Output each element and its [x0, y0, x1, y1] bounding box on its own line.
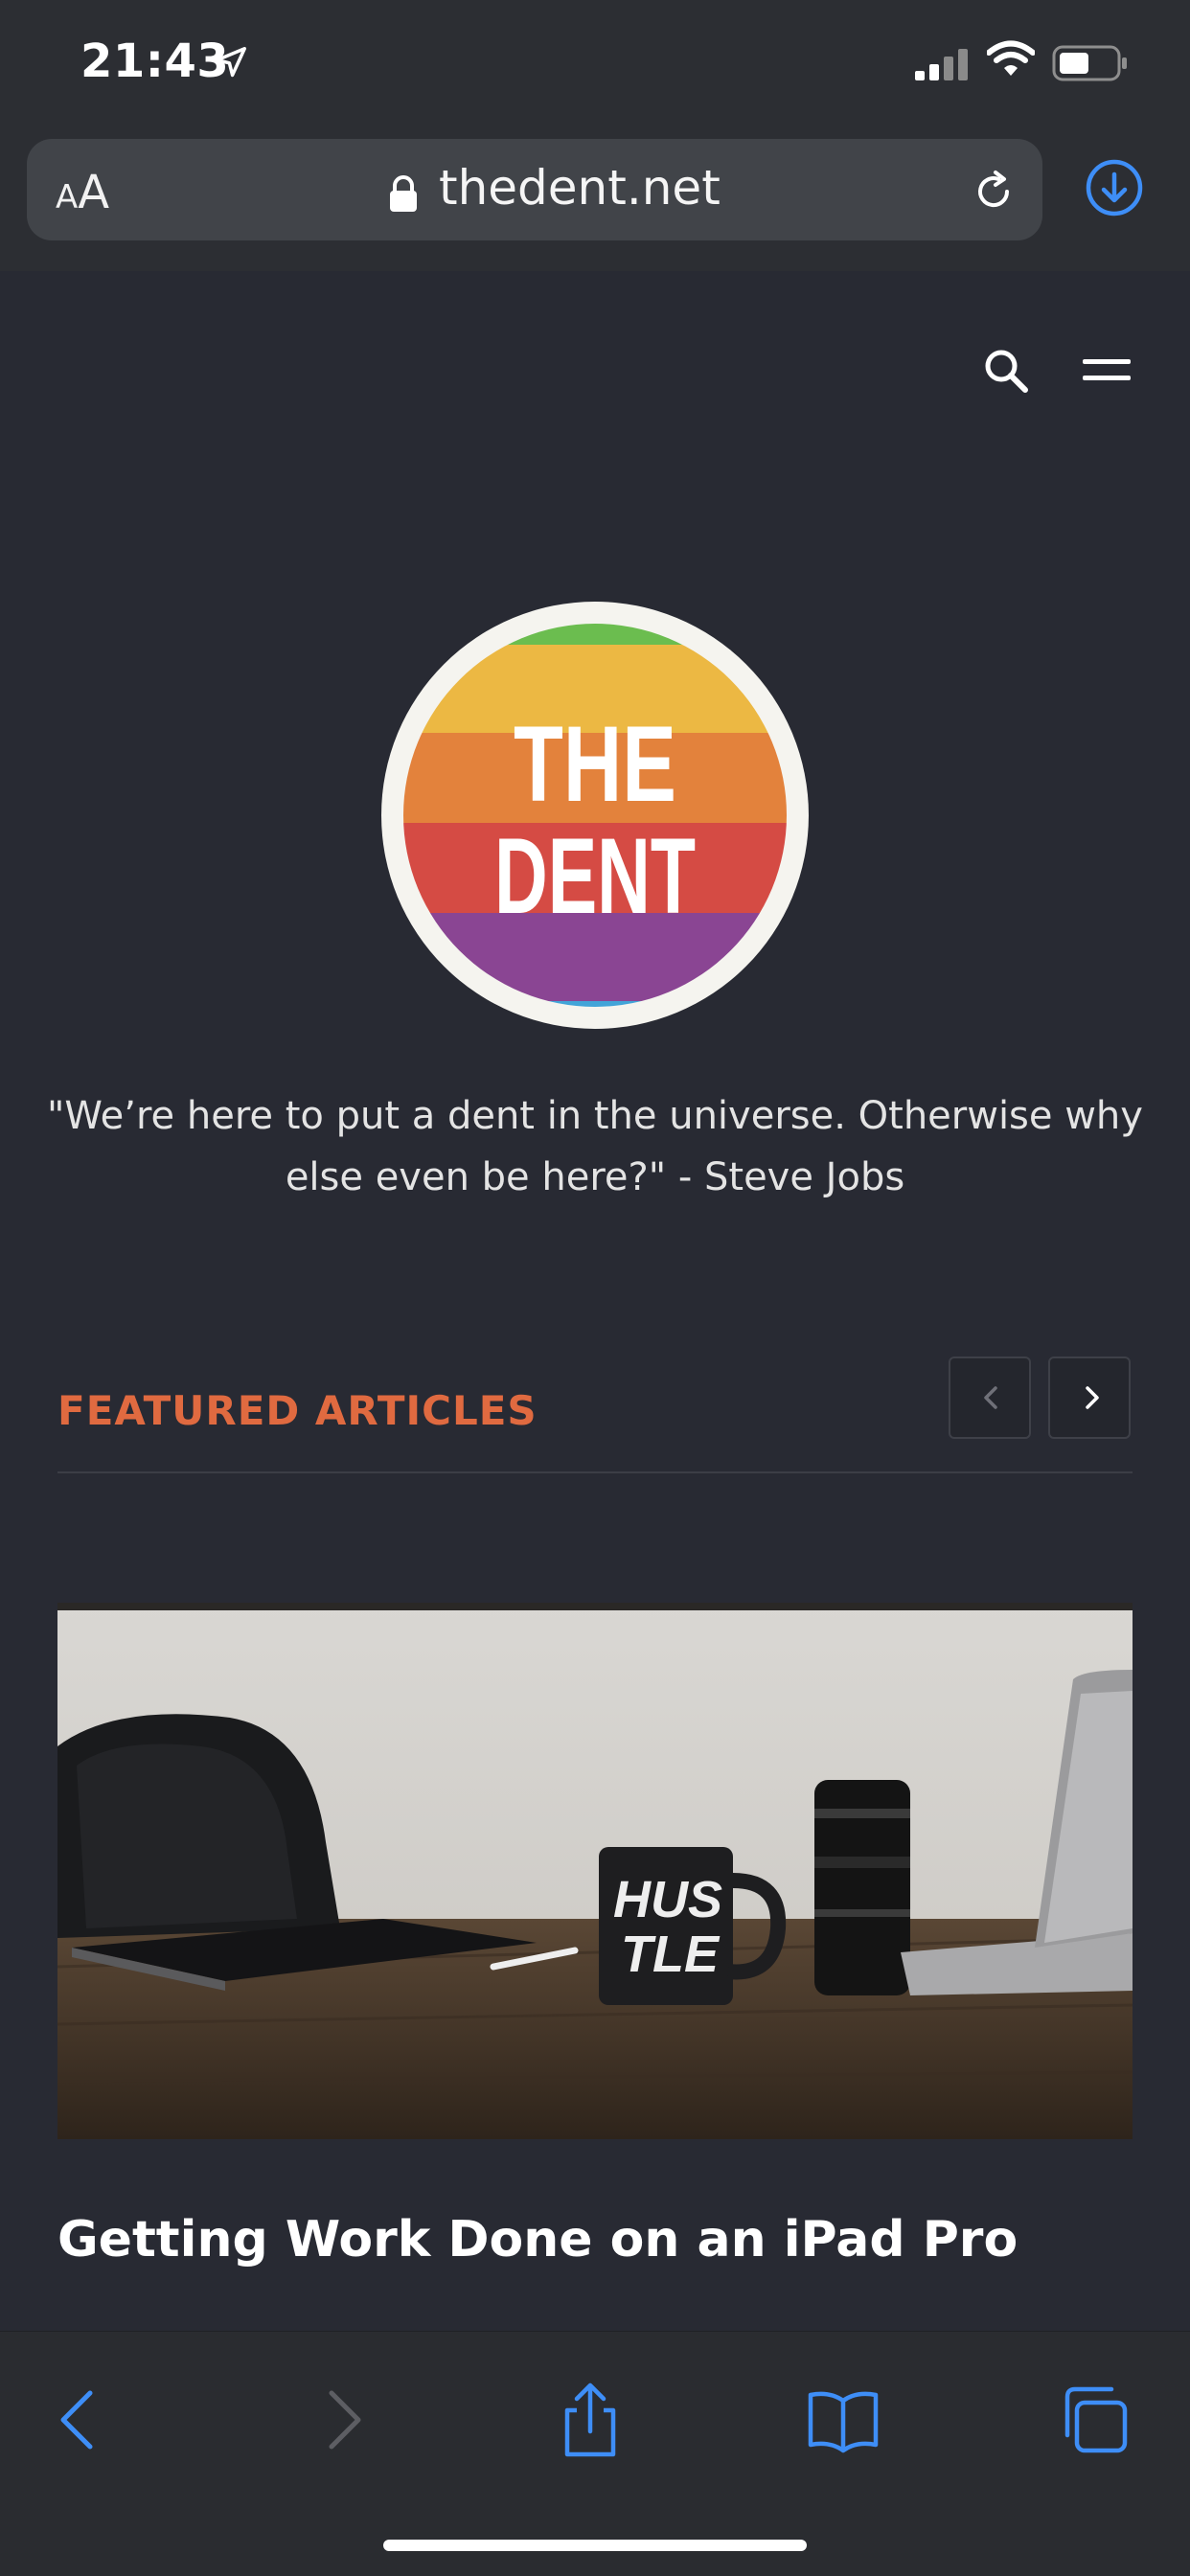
mug-text-line1: HUS — [613, 1871, 722, 1928]
logo-text-the: THE — [514, 704, 676, 824]
status-bar: 21:43 — [0, 0, 1190, 129]
featured-article-image[interactable]: HUS TLE — [57, 1603, 1133, 2139]
featured-articles-heading: FEATURED ARTICLES — [57, 1387, 538, 1434]
site-tagline-quote: "We’re here to put a dent in the univers… — [47, 1094, 1143, 1199]
forward-arrow-icon[interactable] — [301, 2382, 378, 2458]
back-arrow-icon[interactable] — [44, 2382, 121, 2458]
status-time: 21:43 — [80, 34, 230, 88]
featured-article-title[interactable]: Getting Work Done on an iPad Pro — [57, 2211, 1018, 2268]
carousel-prev-button[interactable] — [949, 1356, 1031, 1439]
chevron-right-icon — [1086, 1386, 1099, 1409]
hamburger-menu-icon[interactable] — [1083, 353, 1131, 386]
wifi-icon — [987, 40, 1035, 76]
tabs-icon[interactable] — [1056, 2382, 1133, 2458]
url-text: thedent.net — [439, 160, 721, 216]
web-page: THE DENT "We’re here to put a dent in th… — [0, 271, 1190, 2331]
lock-icon — [390, 175, 417, 212]
search-icon[interactable] — [981, 346, 1031, 396]
reload-icon[interactable] — [970, 168, 1018, 216]
site-logo[interactable]: THE DENT — [381, 602, 809, 1029]
share-icon[interactable] — [552, 2382, 629, 2458]
browser-address-area: AA thedent.net — [0, 129, 1190, 271]
location-arrow-icon — [216, 47, 246, 78]
battery-icon — [1052, 45, 1127, 81]
bookmarks-icon[interactable] — [805, 2382, 881, 2458]
section-divider — [57, 1471, 1133, 1473]
home-indicator — [383, 2540, 807, 2551]
mug-text-line2: TLE — [621, 1926, 721, 1983]
carousel-next-button[interactable] — [1048, 1356, 1131, 1439]
text-size-button[interactable]: AA — [56, 166, 109, 219]
cellular-signal-icon — [915, 49, 968, 80]
chevron-left-icon — [984, 1386, 997, 1409]
address-bar[interactable]: AA thedent.net — [27, 139, 1042, 240]
downloads-icon[interactable] — [1085, 158, 1144, 217]
logo-text-dent: DENT — [494, 816, 696, 936]
